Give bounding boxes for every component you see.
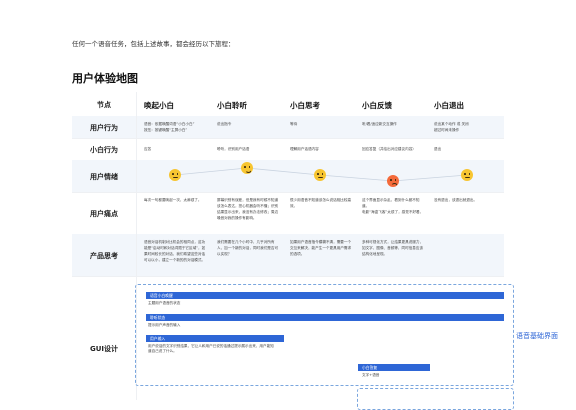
- row-label: GUI设计: [89, 345, 119, 353]
- cell: 说出某个动作 或 关闭 超过时间未操作: [434, 122, 469, 132]
- bar-listening: 聆听状态: [146, 314, 504, 321]
- cell: 理解用户话语内容: [290, 147, 319, 151]
- stage-listen: 小白聆听: [217, 101, 247, 110]
- cell: 很少用语音不知道该怎么说话相比较高效。: [290, 198, 352, 208]
- cell: 等待: [290, 122, 298, 126]
- intro-text: 任何一个语音任务，包括上述故事，都会经历以下旅程：: [72, 40, 235, 48]
- stage-think: 小白思考: [290, 101, 320, 110]
- angry-face-icon: [387, 175, 399, 187]
- bar-listening-desc: 提示用户声音的输入: [148, 323, 181, 327]
- bar-user-input-desc: 用户说话的文字识别结果，它让人和用户已说的话通过提示展示出来，用户能知道自己说了…: [148, 344, 274, 353]
- gui-frame-lower: [357, 388, 514, 410]
- happy-face-icon: [241, 162, 253, 174]
- row-label: 小白行为: [90, 146, 118, 154]
- cell: 每次一句都要唤起一次，太麻烦了。: [144, 198, 202, 202]
- cell: 聆听，识别用户话语: [217, 147, 250, 151]
- cell: 回应答复（并给出对应建议内容）: [362, 147, 416, 151]
- row-label: 产品思考: [90, 252, 118, 260]
- cell: 语音：依据唤醒词语“小白小白” 按压：按键唤醒“主屏小白”: [144, 122, 195, 132]
- page-title: 用户体验地图: [72, 72, 138, 85]
- bar-user-input: 用户输入: [146, 335, 284, 342]
- cell: 语音对话机制对比机会的相同点，这功能是“启动时和对话词限于它区域”，如果时间较长…: [144, 240, 206, 262]
- cell: 说出指令: [217, 122, 232, 126]
- bar-reply: 小白答复: [358, 364, 430, 371]
- cell: 这个界面显示杂乱，看到什么都不知道。 电影“海盗飞客”太烦了，感觉不好看。: [362, 198, 424, 214]
- cell: 退出: [434, 147, 442, 151]
- neutral-face-icon: [314, 169, 326, 181]
- bar-awaken: 语音小白唤醒: [146, 292, 504, 299]
- cell: 听/看/适应新交互操作: [362, 122, 397, 126]
- row-label: 用户痛点: [90, 210, 118, 218]
- gui-side-label: 语音基础界面: [516, 332, 558, 340]
- header-label: 节点: [97, 101, 111, 109]
- neutral-face-icon: [461, 169, 473, 181]
- stage-exit: 小白退出: [434, 101, 464, 110]
- stage-feedback: 小白反馈: [362, 101, 392, 110]
- cell: 我们需要在几个小时中，几乎对所有人，加一个新的对话，同时我们是否可以实现？: [217, 240, 279, 256]
- row-label: 用户行为: [90, 124, 118, 132]
- neutral-face-icon: [169, 169, 181, 181]
- cell: 没有退出，该退出就退出。: [434, 198, 478, 202]
- cell: 应答: [144, 147, 152, 151]
- stage-awaken: 唤起小白: [144, 101, 174, 110]
- cell: 多种可视化方式，让结果更具说服力，如文字、图像、音频等，同时信息应该结构化地呈现…: [362, 240, 424, 256]
- cell: 如果用户语音指令模糊不清，需要一个交互来解决，能产生一个更具用户需求的选项。: [290, 240, 352, 256]
- bar-awaken-desc: 主题用户语音的状态: [148, 301, 181, 305]
- bar-reply-desc: 文字+语音: [362, 373, 380, 377]
- cell: 屏幕识别有误差，但是我有时候不知道该怎么表达，担心机器会听不懂；识别结果显示出来…: [217, 198, 279, 220]
